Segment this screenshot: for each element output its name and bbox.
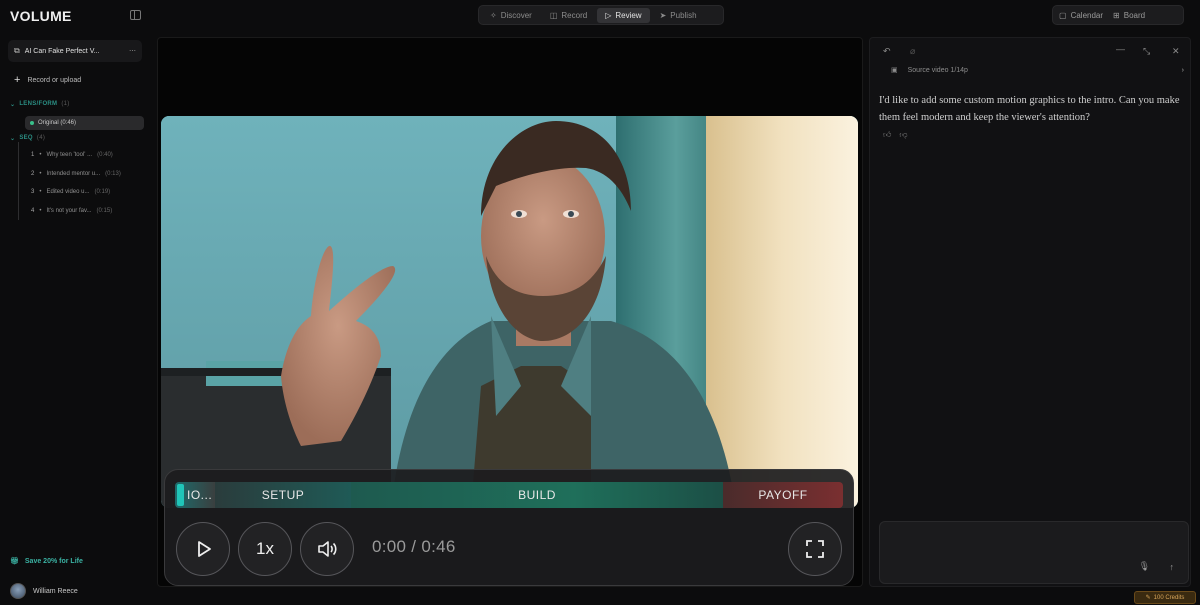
- top-bar: VOLUME ✧ Discover ◫ Record ▷ Review ➤ Publis…: [0, 0, 1200, 30]
- sidebar: ⧉ AI Can Fake Perfect V... ⋯ + Record or…: [0, 30, 152, 605]
- project-selector[interactable]: ⧉ AI Can Fake Perfect V... ⋯: [8, 40, 142, 62]
- steps-section-header[interactable]: ⌄ SEQ (4): [10, 135, 45, 142]
- chat-panel: ↶ ⌀ — ⤡ ✕ ▣ Source video 1/14p › I'd lik…: [869, 37, 1191, 587]
- chapter-intro[interactable]: IO...: [175, 482, 215, 508]
- camera-icon: ◫: [549, 10, 558, 20]
- step-item-3[interactable]: 3 • Edited video u... (0:19): [31, 189, 110, 195]
- step-dot-icon: •: [39, 171, 42, 177]
- record-upload-button[interactable]: + Record or upload: [14, 74, 81, 86]
- step-dot-icon: •: [39, 152, 42, 158]
- status-dot-icon: [30, 121, 34, 125]
- project-title: AI Can Fake Perfect V...: [24, 47, 100, 55]
- project-icon: ⧉: [14, 46, 20, 55]
- microphone-icon[interactable]: 🎙︎: [1139, 561, 1150, 572]
- chapter-payoff[interactable]: PAYOFF: [723, 482, 843, 508]
- source-reference[interactable]: ▣ Source video 1/14p ›: [879, 66, 1184, 75]
- lens-item-original[interactable]: Original (0:46): [25, 116, 144, 130]
- link-icon[interactable]: ⌀: [910, 46, 915, 57]
- user-profile[interactable]: William Reece: [10, 583, 78, 599]
- volume-icon: [318, 541, 337, 557]
- minimize-icon[interactable]: —: [1116, 44, 1125, 54]
- board-button[interactable]: ⊞ Board: [1113, 11, 1145, 20]
- play-icon: [198, 541, 211, 557]
- video-frame-image: [161, 116, 858, 508]
- tab-review[interactable]: ▷ Review: [597, 7, 650, 23]
- volume-button[interactable]: [300, 522, 354, 576]
- step-item-4[interactable]: 4 • It's not your fav... (0:15): [31, 208, 112, 214]
- video-player[interactable]: [161, 116, 858, 508]
- message-feedback: 👍︎ 👎︎: [883, 130, 908, 140]
- plus-icon: +: [14, 74, 21, 86]
- chat-input[interactable]: 🎙︎ ↑: [879, 521, 1189, 584]
- gift-icon: 🎁︎: [10, 558, 19, 565]
- app-window: VOLUME ✧ Discover ◫ Record ▷ Review ➤ Publis…: [0, 0, 1200, 605]
- credits-badge[interactable]: ✎ 100 Credits: [1134, 591, 1196, 604]
- close-icon[interactable]: ✕: [1172, 46, 1180, 57]
- chapter-build[interactable]: BUILD: [351, 482, 723, 508]
- lens-section-header[interactable]: ⌄ LENS/FORM (1): [10, 101, 70, 108]
- chat-message: I'd like to add some custom motion graph…: [879, 95, 1180, 123]
- step-dot-icon: •: [39, 208, 42, 214]
- view-switcher: ▢ Calendar ⊞ Board: [1052, 5, 1184, 25]
- collapse-icon[interactable]: ⤡: [1143, 46, 1150, 57]
- thumbs-down-icon[interactable]: 👎︎: [899, 130, 907, 140]
- chevron-right-icon: ›: [1181, 66, 1184, 74]
- tab-record[interactable]: ◫ Record: [542, 8, 595, 23]
- calendar-button[interactable]: ▢ Calendar: [1059, 11, 1103, 20]
- undo-icon[interactable]: ↶: [883, 46, 891, 57]
- sparkle-icon: ✧: [490, 10, 497, 20]
- fullscreen-button[interactable]: [788, 522, 842, 576]
- step-item-2[interactable]: 2 • Intended mentor u... (0:13): [31, 171, 121, 177]
- send-icon: ➤: [659, 10, 667, 20]
- time-display: 0:00 / 0:46: [372, 537, 456, 556]
- chevron-down-icon: ⌄: [10, 136, 16, 142]
- chevron-down-icon: ⌄: [10, 102, 16, 108]
- tab-publish[interactable]: ➤ Publish: [652, 8, 705, 23]
- board-icon: ⊞: [1113, 10, 1120, 20]
- step-item-1[interactable]: 1 • Why teen 'tool' ... (0:40): [31, 152, 113, 158]
- video-icon: ▣: [891, 67, 898, 74]
- tab-discover[interactable]: ✧ Discover: [482, 8, 540, 23]
- step-dot-icon: •: [39, 189, 42, 195]
- pencil-icon: ✎: [1145, 595, 1151, 601]
- more-icon[interactable]: ⋯: [129, 47, 136, 55]
- sidebar-toggle-icon[interactable]: [130, 10, 141, 20]
- calendar-icon: ▢: [1059, 10, 1067, 20]
- player-controls: IO... SETUP BUILD PAYOFF 1x 0:00 / 0:46: [164, 469, 854, 586]
- thumbs-up-icon[interactable]: 👍︎: [883, 130, 891, 140]
- play-icon: ▷: [605, 10, 612, 20]
- chapter-timeline[interactable]: IO... SETUP BUILD PAYOFF: [175, 482, 843, 508]
- send-icon[interactable]: ↑: [1170, 562, 1175, 572]
- play-button[interactable]: [176, 522, 230, 576]
- fullscreen-icon: [806, 540, 824, 558]
- avatar: [10, 583, 26, 599]
- app-logo: VOLUME: [10, 8, 72, 24]
- tree-line: [18, 142, 19, 220]
- promo-link[interactable]: 🎁︎ Save 20% for Life: [10, 557, 83, 566]
- chapter-setup[interactable]: SETUP: [215, 482, 351, 508]
- speed-button[interactable]: 1x: [238, 522, 292, 576]
- main-nav: ✧ Discover ◫ Record ▷ Review ➤ Publish: [478, 5, 724, 25]
